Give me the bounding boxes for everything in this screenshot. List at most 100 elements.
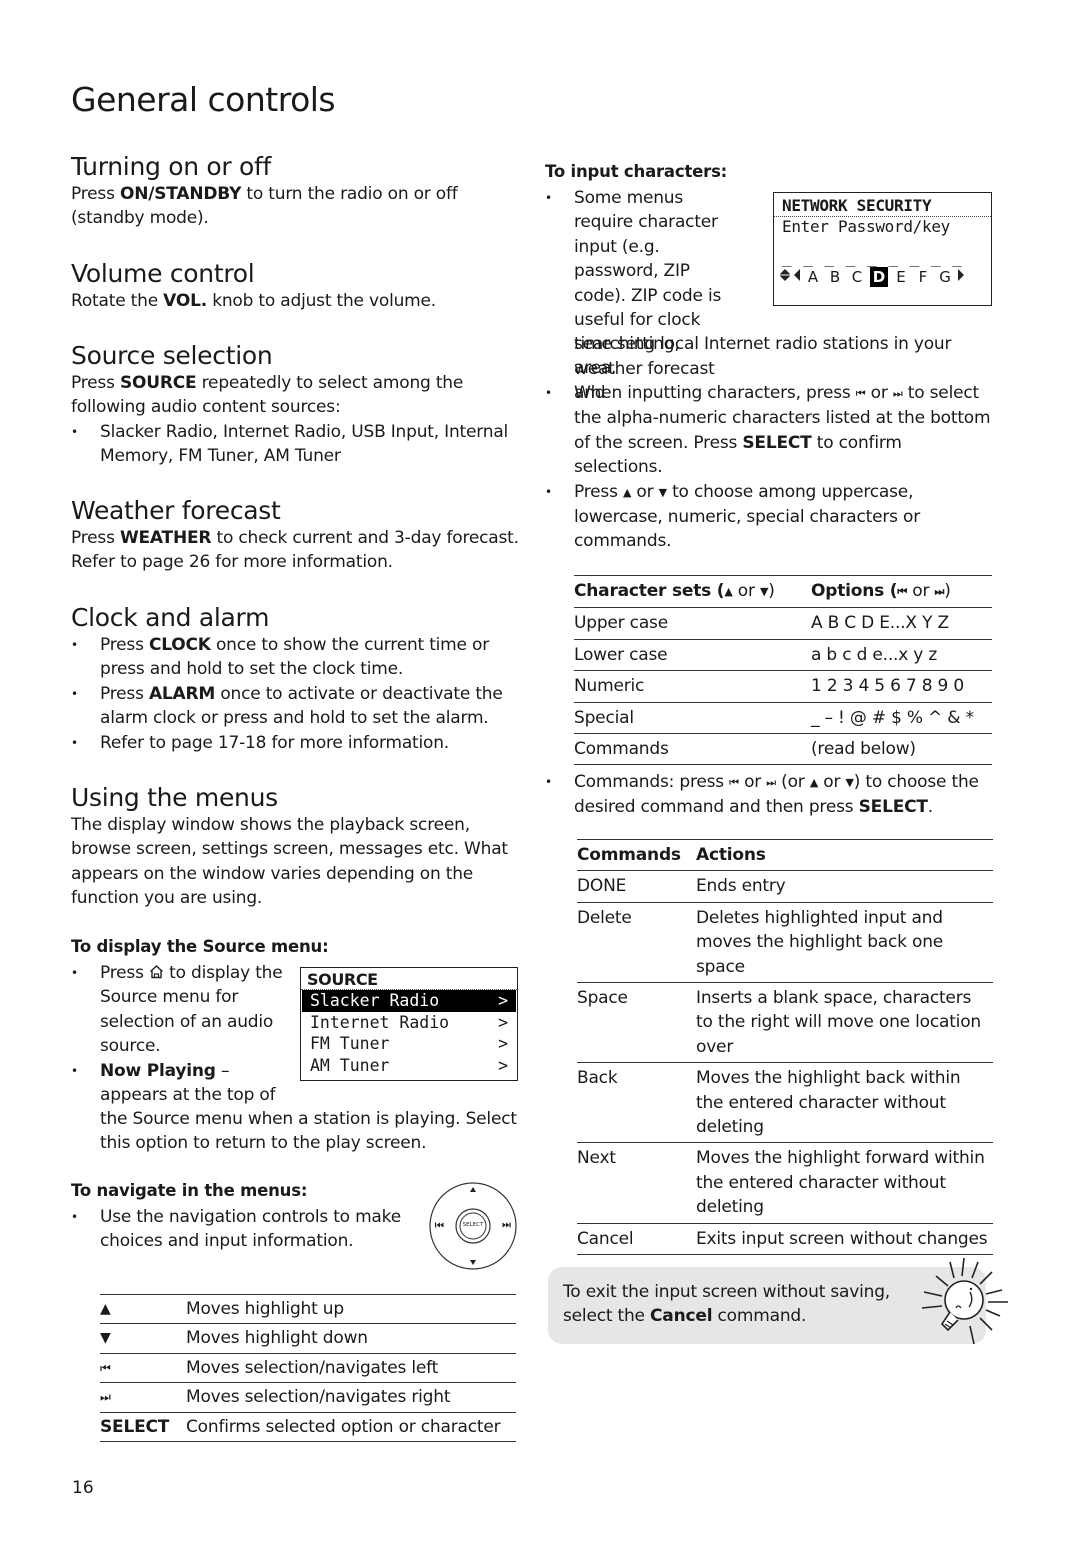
heading-volume: Volume control (71, 259, 255, 288)
key-vol: VOL. (163, 291, 207, 311)
charset-options: a b c d e...x y z (811, 639, 992, 672)
control-row: ▲ Moves highlight up (100, 1295, 516, 1325)
control-action: Moves highlight down (186, 1328, 368, 1349)
command-name: DONE (577, 870, 696, 903)
text: or (865, 383, 893, 403)
command-row: Space Inserts a blank space, characters t… (577, 982, 993, 1064)
clock-bullet: Press CLOCK once to show the current tim… (71, 633, 531, 682)
control-row: SELECT Confirms selected option or charac… (100, 1413, 516, 1443)
command-row: Next Moves the highlight forward within t… (577, 1142, 993, 1224)
now-playing-bullet: Now Playing –appears at the top of (71, 1059, 286, 1108)
charset-options: _ – ! @ # $ % ^ & * (811, 702, 992, 735)
key-select: SELECT (100, 1416, 170, 1437)
text: Press (574, 481, 623, 502)
lightbulb-icon (912, 1252, 1012, 1352)
command-name: Space (577, 982, 696, 1064)
source-text: Press SOURCE repeatedly to select among … (71, 371, 531, 420)
lcd-source-item[interactable]: FM Tuner > (302, 1033, 516, 1055)
source-list-item: Slacker Radio, Internet Radio, USB Input… (71, 420, 531, 469)
lcd-char[interactable]: C (846, 267, 868, 287)
text: command. (712, 1306, 807, 1327)
source-menu-instructions: Press to display the Source menu for sel… (71, 961, 286, 1107)
chevron-right-icon: > (498, 991, 508, 1010)
text: or (907, 581, 935, 601)
lcd-char[interactable]: D (870, 267, 888, 287)
text: Refer to page 17-18 for more information… (100, 732, 450, 753)
lcd-char[interactable]: A (802, 267, 824, 287)
page-title: General controls (71, 80, 336, 119)
lcd-title: NETWORK SECURITY (774, 193, 991, 217)
key-clock: CLOCK (148, 635, 211, 655)
skip-forward-icon: ⏭ (100, 1390, 111, 1405)
text: or (732, 581, 760, 601)
col-header-options: Options (⏮ or ⏭) (811, 574, 992, 609)
controls-table: ▲ Moves highlight up ▼ Moves highlight down… (100, 1294, 516, 1443)
turning-text: Press ON/STANDBY to turn the radio on or… (71, 182, 531, 231)
command-action: Moves the highlight forward within the e… (696, 1142, 993, 1224)
lcd-prompt: Enter Password/key (782, 217, 950, 236)
tip-text: To exit the input screen without saving,… (563, 1280, 913, 1329)
text: Press (71, 373, 120, 393)
commands-bullet: Commands: press ⏮ or ⏭ (or ▲ or ▼) to ch… (545, 770, 995, 820)
control-row: ⏮ Moves selection/navigates left (100, 1354, 516, 1384)
command-row: Back Moves the highlight back within the … (577, 1062, 993, 1144)
command-name: Back (577, 1062, 696, 1144)
charset-row: Numeric 1 2 3 4 5 6 7 8 9 0 (574, 670, 992, 703)
chevron-right-icon: > (498, 1012, 508, 1032)
skip-back-icon: ⏮ (855, 387, 866, 400)
charset-name: Numeric (574, 670, 811, 703)
charset-row: Special _ – ! @ # $ % ^ & * (574, 702, 992, 735)
down-triangle-icon: ▼ (658, 485, 667, 499)
input-bullets: When inputting characters, press ⏮ or ⏭ … (545, 381, 995, 554)
control-action: Confirms selected option or character (186, 1416, 501, 1437)
command-action: Deletes highlighted input and moves the … (696, 902, 993, 984)
text: Press (100, 683, 149, 704)
charset-options: 1 2 3 4 5 6 7 8 9 0 (811, 670, 992, 703)
command-row: DONE Ends entry (577, 870, 993, 903)
text: knob to adjust the volume. (206, 291, 436, 311)
dial-select-button[interactable]: SELECT (460, 1222, 486, 1228)
text: or (818, 772, 846, 792)
text: or (631, 481, 659, 502)
lcd-item-list: Slacker Radio > Internet Radio > FM Tuner > AM… (301, 990, 517, 1076)
chevron-right-icon: > (498, 1055, 508, 1075)
up-triangle-icon: ▲ (724, 585, 733, 598)
control-row: ▼ Moves highlight down (100, 1324, 516, 1354)
lcd-char[interactable]: F (912, 267, 934, 287)
text: When inputting characters, press (574, 383, 856, 403)
text: Character sets ( (574, 581, 725, 601)
lcd-source-item[interactable]: AM Tuner > (302, 1055, 516, 1077)
skip-back-icon: ⏮ (100, 1360, 111, 1375)
key-cancel: Cancel (650, 1306, 713, 1327)
lcd-char[interactable]: B (824, 267, 846, 287)
text: Commands: press (574, 772, 730, 792)
lcd-item-label: AM Tuner (310, 1055, 390, 1075)
lcd-item-label: Internet Radio (310, 1012, 450, 1032)
command-action: Ends entry (696, 870, 993, 903)
command-action: Exits input screen without changes (696, 1223, 993, 1256)
charset-name: Special (574, 702, 811, 735)
command-name: Cancel (577, 1223, 696, 1256)
charset-options: A B C D E...X Y Z (811, 607, 992, 640)
volume-text: Rotate the VOL. knob to adjust the volum… (71, 289, 531, 313)
charset-row: Upper case A B C D E...X Y Z (574, 607, 992, 640)
subheading-navigate: To navigate in the menus: (71, 1181, 308, 1200)
charset-name: Lower case (574, 639, 811, 672)
lcd-char[interactable]: G (934, 267, 956, 287)
control-row: ⏭ Moves selection/navigates right (100, 1383, 516, 1413)
up-triangle-icon: ▲ (622, 485, 632, 499)
section-weather: Weather forecast Press WEATHER to check … (71, 496, 531, 575)
lcd-source-item[interactable]: Internet Radio > (302, 1012, 516, 1034)
section-turning: Turning on or off Press ON/STANDBY to tu… (71, 152, 531, 231)
navigation-dial[interactable]: SELECT (427, 1180, 519, 1272)
key-select: SELECT (742, 432, 812, 453)
key-select: SELECT (858, 797, 928, 818)
key-source: SOURCE (119, 373, 197, 393)
command-row: Cancel Exits input screen without changes (577, 1223, 993, 1256)
lcd-char[interactable]: E (890, 267, 912, 287)
commands-table: Commands Actions DONE Ends entry Delete Del… (577, 838, 993, 1256)
lcd-title: SOURCE (301, 968, 517, 990)
text: Options ( (811, 581, 898, 601)
lcd-input-blanks: _ _ _ _ _ _ _ _ _ (782, 248, 963, 267)
lcd-source-item[interactable]: Slacker Radio > (302, 990, 516, 1012)
